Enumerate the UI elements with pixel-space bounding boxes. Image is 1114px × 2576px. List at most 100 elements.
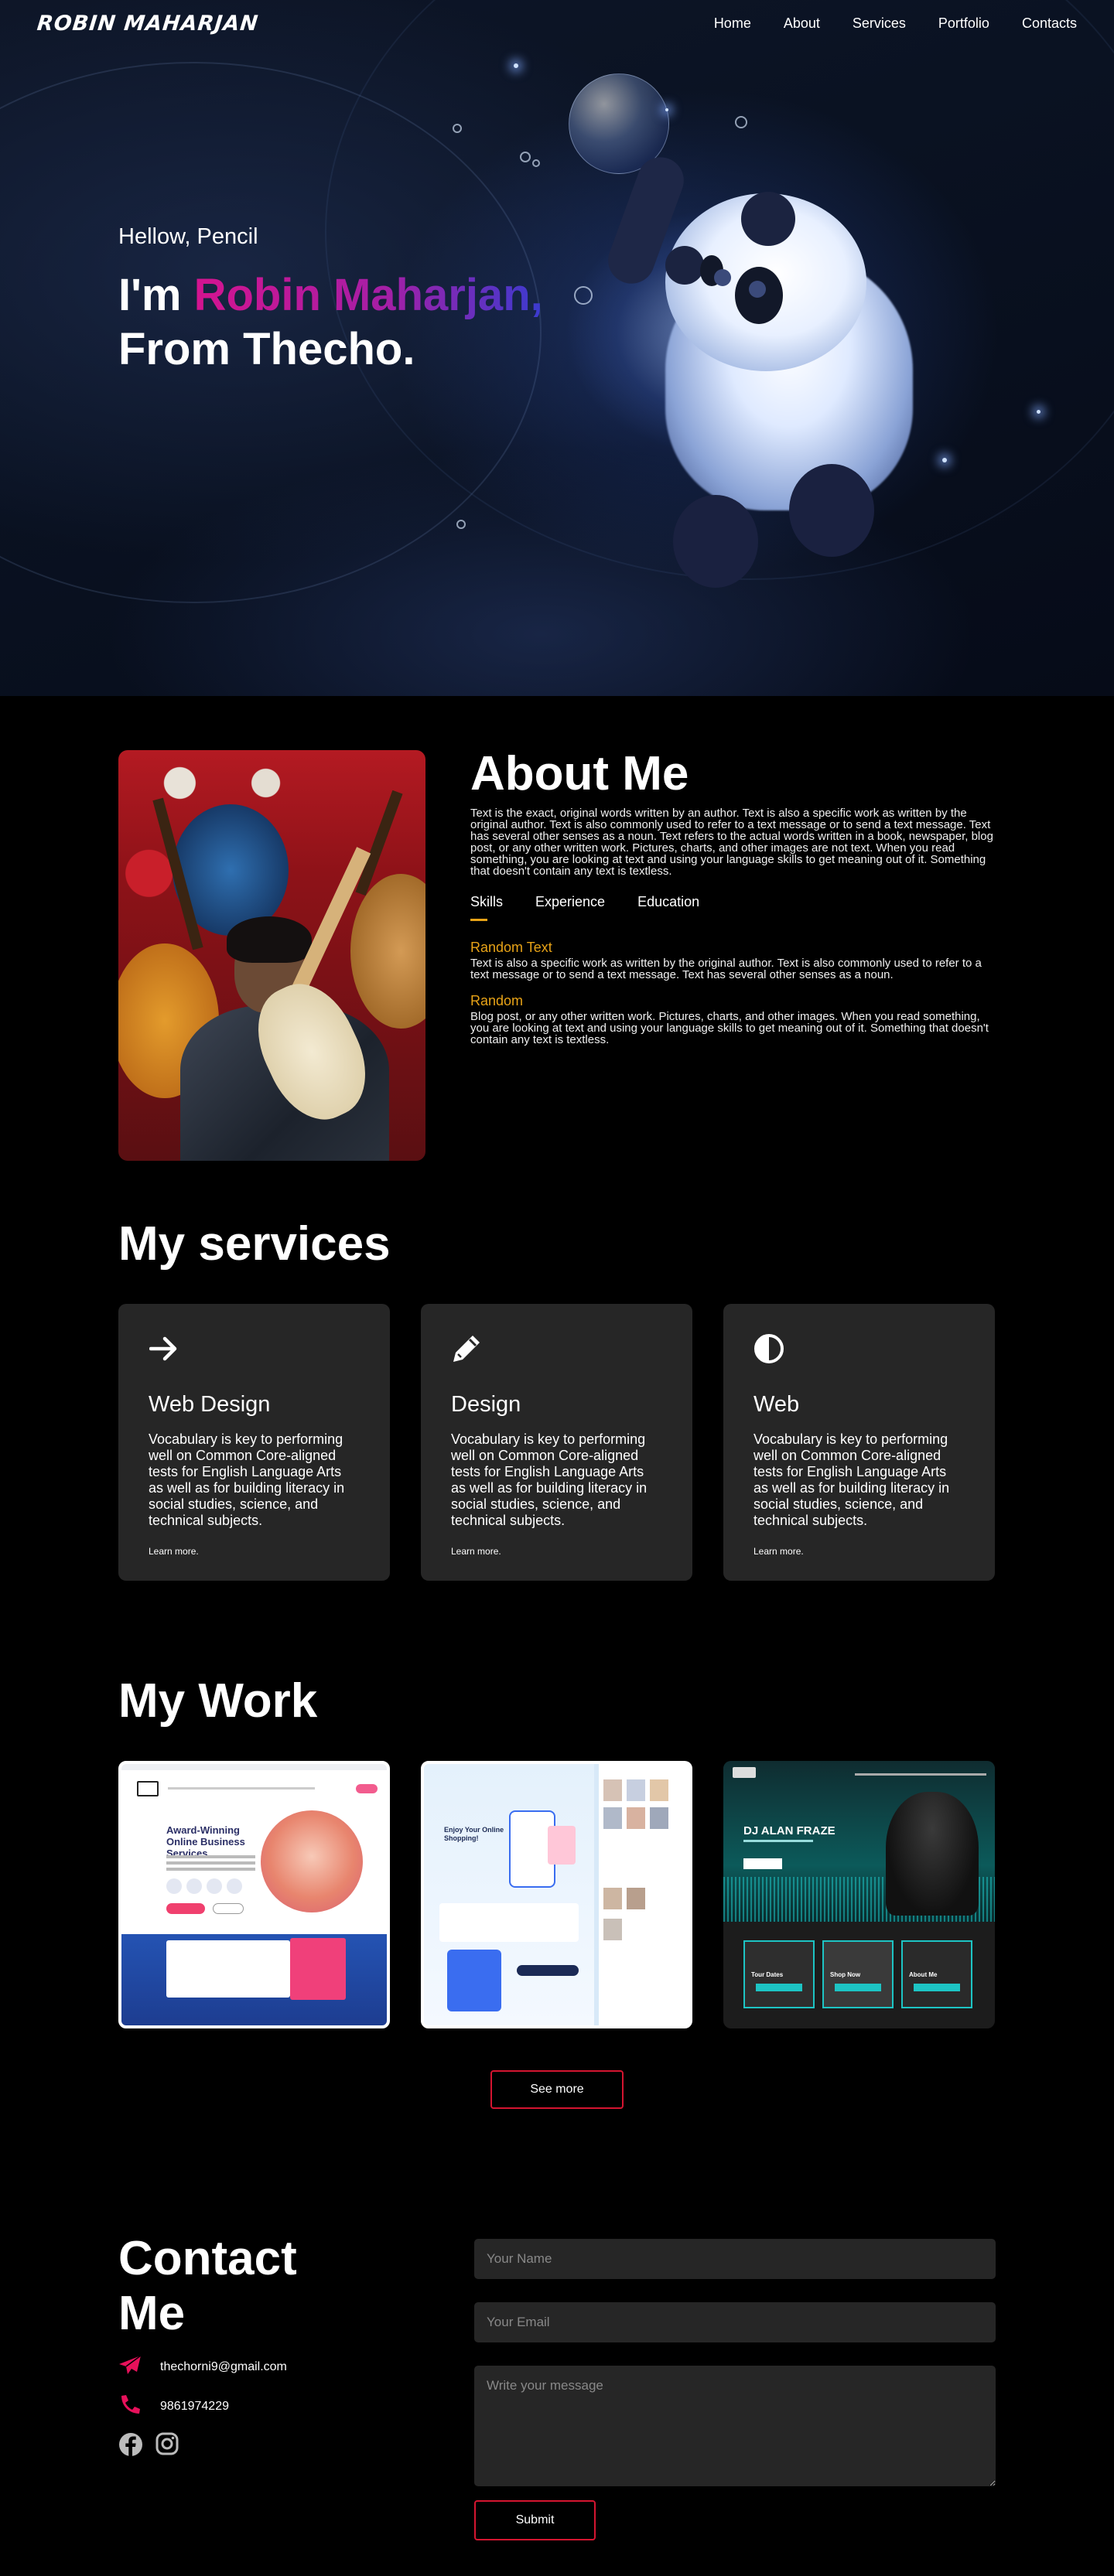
see-more-wrap: See more [118,2070,996,2109]
small-bubble [456,520,466,529]
learn-more-link[interactable]: Learn more. [149,1546,199,1557]
item-text: Text is also a specific work as written … [470,957,982,981]
sparkle [665,108,668,111]
contact-title: Contact Me [118,2232,297,2340]
small-bubble [735,116,747,128]
name-field[interactable] [474,2239,996,2279]
nav-link-contacts[interactable]: Contacts [1022,15,1077,32]
work-card[interactable]: Award-Winning Online Business Services [118,1761,390,2028]
nav-link-about[interactable]: About [784,15,820,32]
small-bubble [520,152,531,162]
work-grid: Award-Winning Online Business Services E… [118,1761,996,2028]
tab-content: Random Text Text is also a specific work… [470,940,996,1046]
contact-section: Contact Me thechorni9@gmail.com 98619742… [118,2109,996,2571]
about-title: About Me [470,747,689,800]
service-card: Web Design Vocabulary is key to performi… [118,1304,390,1581]
contact-email-row: thechorni9@gmail.com [118,2355,374,2379]
site-phone [447,1950,501,2011]
panda-ear [665,246,704,285]
service-text: Vocabulary is key to performing well on … [451,1431,648,1528]
panda-eye [700,255,731,286]
work-headline: Award-Winning Online Business Services [166,1824,245,1859]
arrow-right-icon [149,1333,179,1364]
learn-more-link[interactable]: Learn more. [451,1546,501,1557]
browser-bar [121,1764,387,1770]
work-headline: Enjoy Your Online Shopping! [444,1826,504,1842]
panda-leg [789,464,874,557]
brand-logo[interactable]: ROBIN MAHARJAN [36,12,259,36]
message-field[interactable] [474,2366,996,2486]
small-bubble [574,286,593,305]
tile-button [756,1984,802,1991]
instagram-icon[interactable] [155,2432,179,2461]
contact-phone[interactable]: 9861974229 [160,2400,229,2414]
hero-name: Robin Maharjan, [193,270,543,320]
nav-link-portfolio[interactable]: Portfolio [938,15,989,32]
contact-form: Submit [474,2231,996,2540]
contact-email[interactable]: thechorni9@gmail.com [160,2360,287,2374]
site-logo [733,1767,756,1778]
site-cta2 [213,1903,244,1914]
services-grid: Web Design Vocabulary is key to performi… [118,1304,996,1581]
work-card[interactable]: DJ ALAN FRAZE Tour Dates Shop Now About … [723,1761,995,2028]
nav-link-services[interactable]: Services [853,15,906,32]
item-text: Blog post, or any other written work. Pi… [470,1010,989,1046]
service-text: Vocabulary is key to performing well on … [753,1431,950,1528]
phone-icon [118,2394,142,2418]
panda-leg [673,495,758,588]
site-subtitle [743,1840,813,1842]
top-nav: ROBIN MAHARJAN Home About Services Portf… [0,0,1114,46]
site-card [166,1940,290,1998]
service-text: Vocabulary is key to performing well on … [149,1431,345,1528]
about-photo [118,750,425,1161]
submit-button[interactable]: Submit [474,2500,596,2540]
about-tabs: Skills Experience Education [470,894,996,921]
site-bag [548,1826,576,1865]
site-card-accent [290,1938,346,2000]
hero-intro: I'm [118,270,194,320]
tile-button [914,1984,960,1991]
site-cta [517,1965,579,1976]
service-title: Web [753,1392,800,1417]
facebook-icon[interactable] [118,2432,143,2461]
service-card: Design Vocabulary is key to performing w… [421,1304,692,1581]
item-title: Random Text [470,940,552,955]
learn-more-link[interactable]: Learn more. [753,1546,804,1557]
email-field[interactable] [474,2302,996,2342]
sparkle [942,458,947,462]
site-card [439,1903,579,1942]
hero-greeting: Hellow, Pencil [118,224,258,249]
about-description: Text is the exact, original words writte… [470,807,993,878]
tab-skills[interactable]: Skills [470,894,503,921]
hero-section: ROBIN MAHARJAN Home About Services Portf… [0,0,1114,696]
service-title: Web Design [149,1392,271,1417]
work-title: My Work [118,1674,318,1728]
services-section: My services Web Design Vocabulary is key… [118,1161,996,1581]
service-title: Design [451,1392,521,1417]
small-bubble [453,124,462,133]
paper-plane-icon [118,2355,142,2379]
see-more-button[interactable]: See more [490,2070,624,2109]
site-cta [743,1858,782,1869]
sparkle [514,63,518,68]
site-tile: Tour Dates [743,1940,815,2008]
service-card: Web Vocabulary is key to performing well… [723,1304,995,1581]
tile-label: Tour Dates [751,1971,784,1978]
tab-education[interactable]: Education [637,894,699,921]
work-card[interactable]: Enjoy Your Online Shopping! [421,1761,692,2028]
tile-button [835,1984,881,1991]
half-circle-icon [753,1333,784,1364]
work-headline: DJ ALAN FRAZE [743,1824,836,1837]
nav-link-home[interactable]: Home [714,15,751,32]
site-menu [168,1787,315,1790]
site-product-grid [599,1764,689,2025]
site-products [603,1779,622,1801]
site-tile: Shop Now [822,1940,894,2008]
site-dj-photo [886,1792,979,1916]
about-content: About Me Text is the exact, original wor… [470,747,996,1161]
list-item: Random Blog post, or any other written w… [470,993,996,1046]
item-title: Random [470,993,524,1008]
contact-phone-row: 9861974229 [118,2394,374,2418]
about-section: About Me Text is the exact, original wor… [118,696,996,1161]
tab-experience[interactable]: Experience [535,894,605,921]
